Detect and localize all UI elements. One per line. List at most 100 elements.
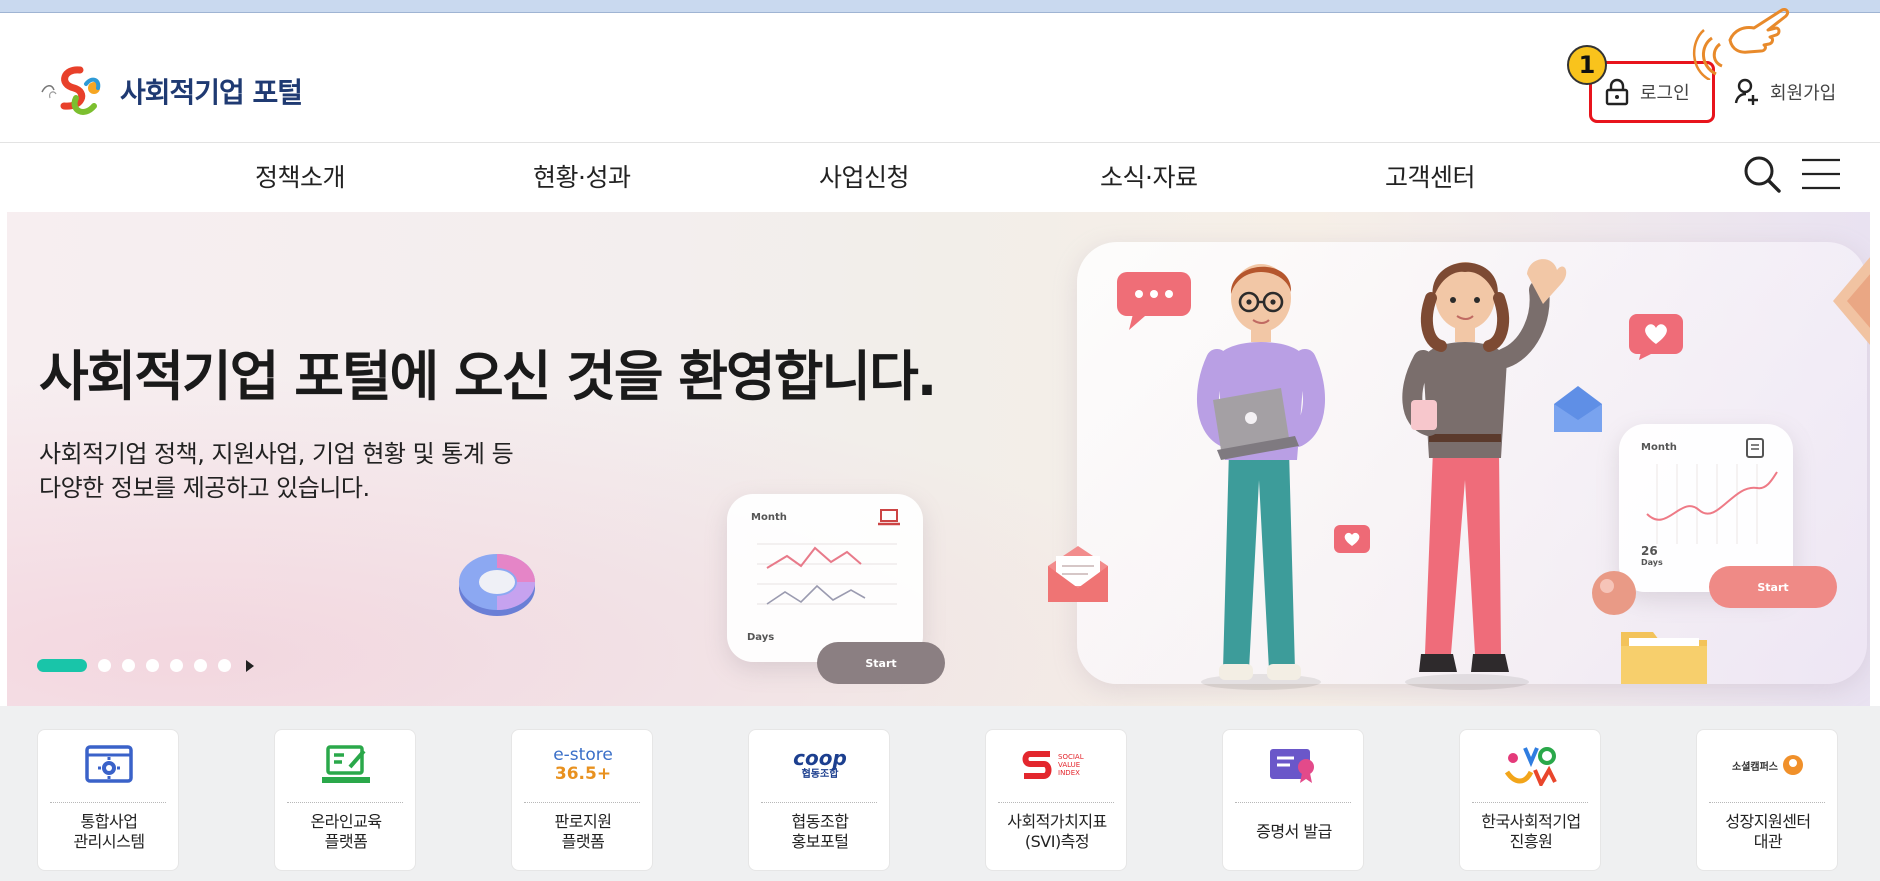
card1-start-button: Start (817, 642, 945, 684)
quick-link-icon-wrap (1223, 744, 1365, 786)
quick-link-divider (998, 802, 1114, 803)
quick-link-divider (524, 802, 640, 803)
play-icon[interactable] (246, 659, 254, 672)
pointing-hand-icon (1692, 8, 1790, 80)
slide-indicator (37, 659, 254, 672)
user-plus-icon (1734, 78, 1758, 105)
card1-month-label: Month (751, 512, 787, 523)
quick-link-icon-wrap (1460, 744, 1602, 786)
quick-link-line1: 통합사업 (80, 812, 138, 831)
nav-item-policy[interactable]: 정책소개 (255, 158, 346, 194)
quick-link-label: 한국사회적기업 진흥원 (1460, 812, 1602, 852)
quick-link-card[interactable]: 통합사업 관리시스템 (37, 729, 179, 871)
quick-link-line2: 플랫폼 (324, 832, 368, 851)
card2-number-label: 26 (1641, 544, 1658, 558)
search-icon[interactable] (1742, 154, 1782, 194)
nav-item-status[interactable]: 현황·성과 (533, 158, 631, 194)
quick-link-line1: 협동조합 (791, 812, 849, 831)
quick-link-card[interactable]: SOCIAL VALUE INDEX 사회적가치지표 (SVI)측정 (985, 729, 1127, 871)
hero-banner: 사회적기업 포털에 오신 것을 환영합니다. 사회적기업 정책, 지원사업, 기… (7, 212, 1870, 706)
logo-mark-icon (41, 66, 101, 115)
login-link[interactable]: 로그인 (1604, 78, 1690, 106)
edu-board-icon (322, 745, 370, 783)
estore-logo-number: 36.5+ (554, 764, 612, 784)
open-mail-icon (1048, 546, 1108, 602)
slide-dot[interactable] (122, 659, 135, 672)
site-logo[interactable]: 사회적기업 포털 (36, 62, 303, 120)
clipboard-icon (1746, 438, 1764, 458)
quick-link-line1: 판로지원 (554, 812, 612, 831)
quick-link-card[interactable]: 소셜캠퍼스 성장지원센터 대관 (1696, 729, 1838, 871)
social-campus-logo-text: 소셜캠퍼스 (1732, 761, 1778, 773)
slide-dot[interactable] (218, 659, 231, 672)
social-campus-logo: 소셜캠퍼스 (1697, 744, 1839, 786)
main-nav: 정책소개 현황·성과 사업신청 소식·자료 고객센터 (0, 158, 1880, 198)
svi-logo-text: SOCIAL VALUE INDEX (1058, 753, 1084, 777)
step-badge: 1 (1567, 45, 1607, 85)
login-label: 로그인 (1640, 83, 1690, 104)
svi-mark-icon (1022, 751, 1052, 779)
window-top-strip (0, 0, 1880, 13)
slide-dot[interactable] (194, 659, 207, 672)
mini-wave-chart (1646, 464, 1778, 544)
banner-subline-1: 사회적기업 정책, 지원사업, 기업 현황 및 통계 등 (39, 440, 514, 468)
nav-tools (1742, 154, 1842, 194)
quick-link-divider (50, 802, 166, 803)
quick-link-label: 사회적가치지표 (SVI)측정 (986, 812, 1128, 852)
laptop-icon (878, 509, 900, 526)
svi-logo: SOCIAL VALUE INDEX (986, 744, 1128, 786)
menu-icon[interactable] (1800, 156, 1842, 192)
quick-link-card[interactable]: 온라인교육 플랫폼 (274, 729, 416, 871)
card2-month-label: Month (1641, 442, 1677, 453)
man-with-laptop-illustration (1197, 264, 1325, 690)
quick-link-card[interactable]: 한국사회적기업 진흥원 (1459, 729, 1601, 871)
kosea-logo (1504, 747, 1557, 786)
quick-link-divider (1235, 802, 1351, 803)
slide-dot-active[interactable] (37, 659, 87, 672)
quick-link-label: 성장지원센터 대관 (1697, 812, 1839, 852)
slide-dot[interactable] (170, 659, 183, 672)
slide-dot[interactable] (146, 659, 159, 672)
settings-window-icon (85, 745, 133, 783)
quick-link-label: 온라인교육 플랫폼 (275, 812, 417, 852)
banner-subline-2: 다양한 정보를 제공하고 있습니다. (39, 474, 370, 502)
sphere-deco-icon (1592, 571, 1636, 615)
lock-icon (1605, 78, 1629, 106)
quick-link-line2: 진흥원 (1509, 832, 1553, 851)
quick-link-line1: 온라인교육 (310, 812, 382, 831)
quick-link-divider (761, 802, 877, 803)
chart-card-small: Month Days (727, 494, 923, 662)
estore-logo: e-store 36.5+ (512, 744, 654, 786)
coop-logo-text: coop (793, 746, 847, 770)
logo-text: 사회적기업 포털 (120, 76, 303, 109)
quick-link-card[interactable]: e-store 36.5+ 판로지원 플랫폼 (511, 729, 653, 871)
join-link[interactable]: 회원가입 (1734, 78, 1836, 106)
folder-icon (1621, 632, 1707, 684)
nav-item-apply[interactable]: 사업신청 (819, 158, 910, 194)
quick-link-divider (287, 802, 403, 803)
nav-item-news[interactable]: 소식·자료 (1100, 158, 1198, 194)
quick-link-line1: 성장지원센터 (1725, 812, 1811, 831)
coop-logo: coop 협동조합 (749, 744, 891, 786)
quick-link-card[interactable]: 증명서 발급 (1222, 729, 1364, 871)
social-campus-mark-icon (1783, 755, 1803, 775)
woman-waving-illustration (1402, 259, 1567, 690)
mini-line-chart (757, 543, 897, 605)
banner-headline: 사회적기업 포털에 오신 것을 환영합니다. (39, 345, 937, 408)
nav-item-support[interactable]: 고객센터 (1385, 158, 1476, 194)
quick-link-card[interactable]: coop 협동조합 협동조합 홍보포털 (748, 729, 890, 871)
slide-dot[interactable] (98, 659, 111, 672)
quick-link-line2: 관리시스템 (73, 832, 145, 851)
quick-link-line1: 한국사회적기업 (1481, 812, 1581, 831)
heart-bubble-icon (1629, 314, 1683, 360)
quick-link-label: 협동조합 홍보포털 (749, 812, 891, 852)
header-divider (0, 142, 1880, 143)
quick-link-line2: 홍보포털 (791, 832, 849, 851)
quick-link-label: 판로지원 플랫폼 (512, 812, 654, 852)
estore-logo-text: e-store (553, 745, 613, 765)
donut-deco-icon (459, 554, 535, 616)
quick-links: 통합사업 관리시스템 온라인교육 플랫폼 e-store 36.5+ 판로지원 플랫폼… (0, 706, 1880, 881)
next-slide-arrow-icon[interactable] (1827, 256, 1870, 346)
card2-days-label: Days (1641, 558, 1663, 567)
quick-link-line1: 증명서 발급 (1256, 822, 1332, 841)
